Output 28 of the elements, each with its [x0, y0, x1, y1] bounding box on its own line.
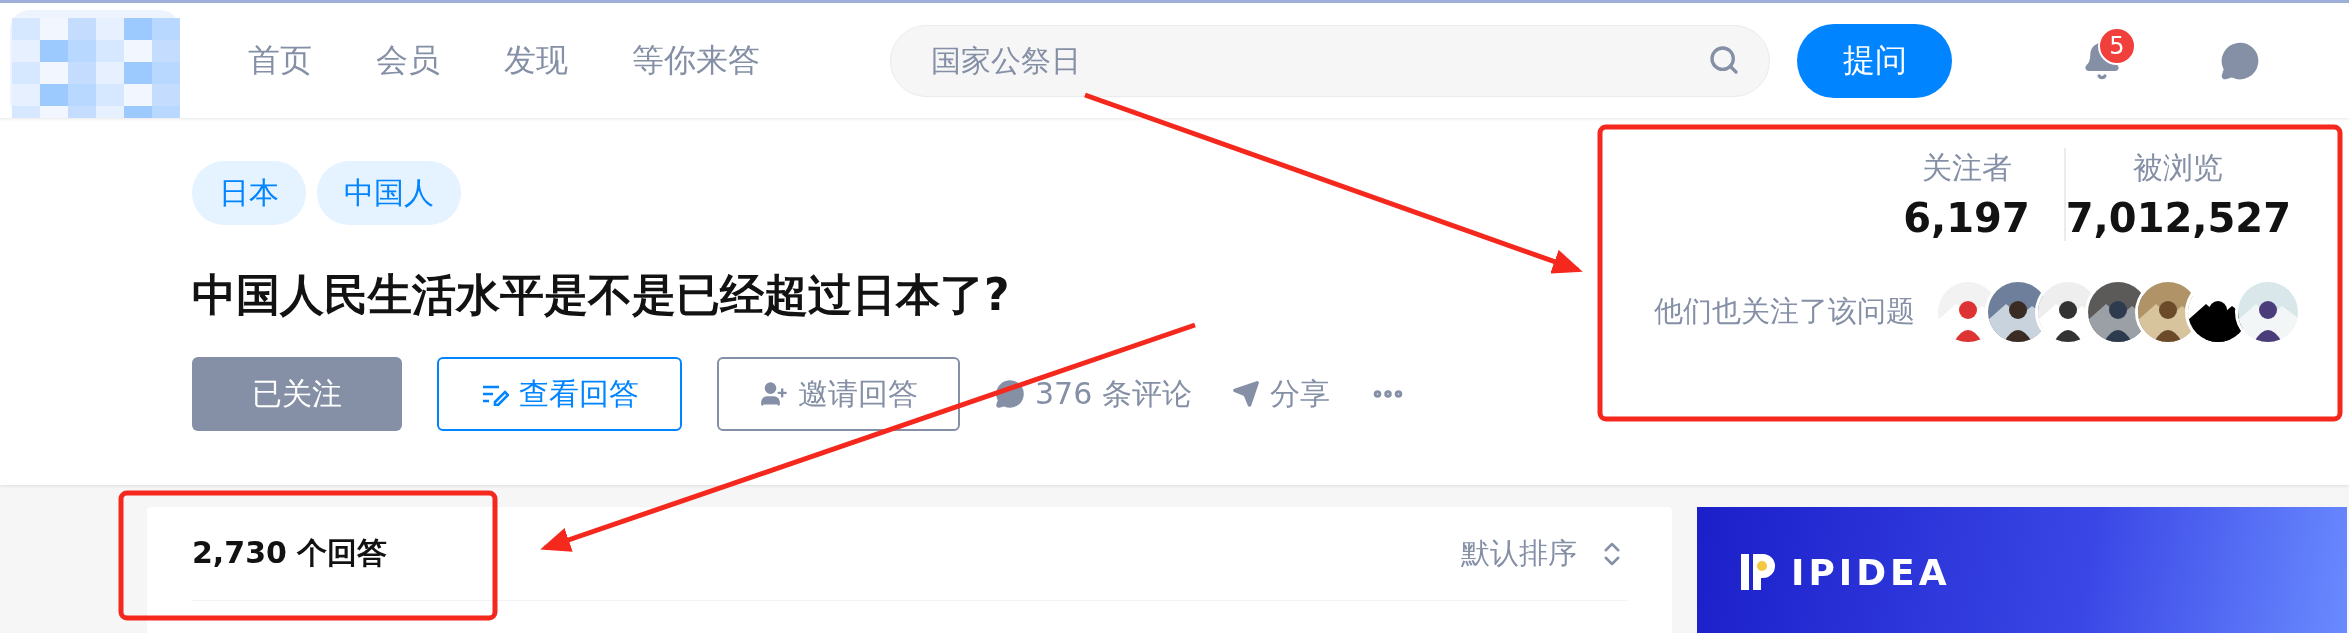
nav-link[interactable]: 首页 [248, 38, 312, 83]
comments-button[interactable]: 376 条评论 [995, 373, 1192, 415]
ad-banner[interactable]: IPIDEA [1697, 507, 2347, 633]
ad-brand: IPIDEA [1791, 551, 1951, 593]
ask-button[interactable]: 提问 [1797, 23, 1952, 98]
stat-value: 7,012,527 [2065, 195, 2291, 241]
question-title: 中国人民生活水平是不是已经超过日本了? [192, 268, 1011, 322]
view-answers-button[interactable]: 查看回答 [437, 357, 682, 431]
stat-label: 关注者 [1921, 149, 2012, 187]
nav-link[interactable]: 发现 [504, 38, 568, 83]
add-user-icon [759, 380, 788, 408]
stat-value: 6,197 [1903, 195, 2030, 241]
notification-badge: 5 [2098, 26, 2136, 65]
paper-plane-icon [1231, 380, 1260, 408]
nav-link[interactable]: 会员 [376, 38, 440, 83]
share-button[interactable]: 分享 [1231, 373, 1330, 415]
search-icon[interactable] [1708, 43, 1740, 76]
topic-tag[interactable]: 中国人 [317, 161, 461, 225]
topic-tag[interactable]: 日本 [192, 161, 306, 225]
invite-button[interactable]: 邀请回答 [717, 357, 960, 431]
sort-button[interactable]: 默认排序 [1461, 533, 1627, 574]
nav-link[interactable]: 等你来答 [632, 38, 760, 83]
stat-label: 被浏览 [2133, 149, 2224, 187]
followers-caption: 他们也关注了该问题 [1654, 293, 1915, 330]
follow-button[interactable]: 已关注 [192, 357, 402, 431]
answer-count: 2,730 个回答 [192, 534, 388, 572]
search-field[interactable]: 国家公祭日 [890, 24, 1770, 97]
chat-icon[interactable] [2220, 40, 2260, 81]
